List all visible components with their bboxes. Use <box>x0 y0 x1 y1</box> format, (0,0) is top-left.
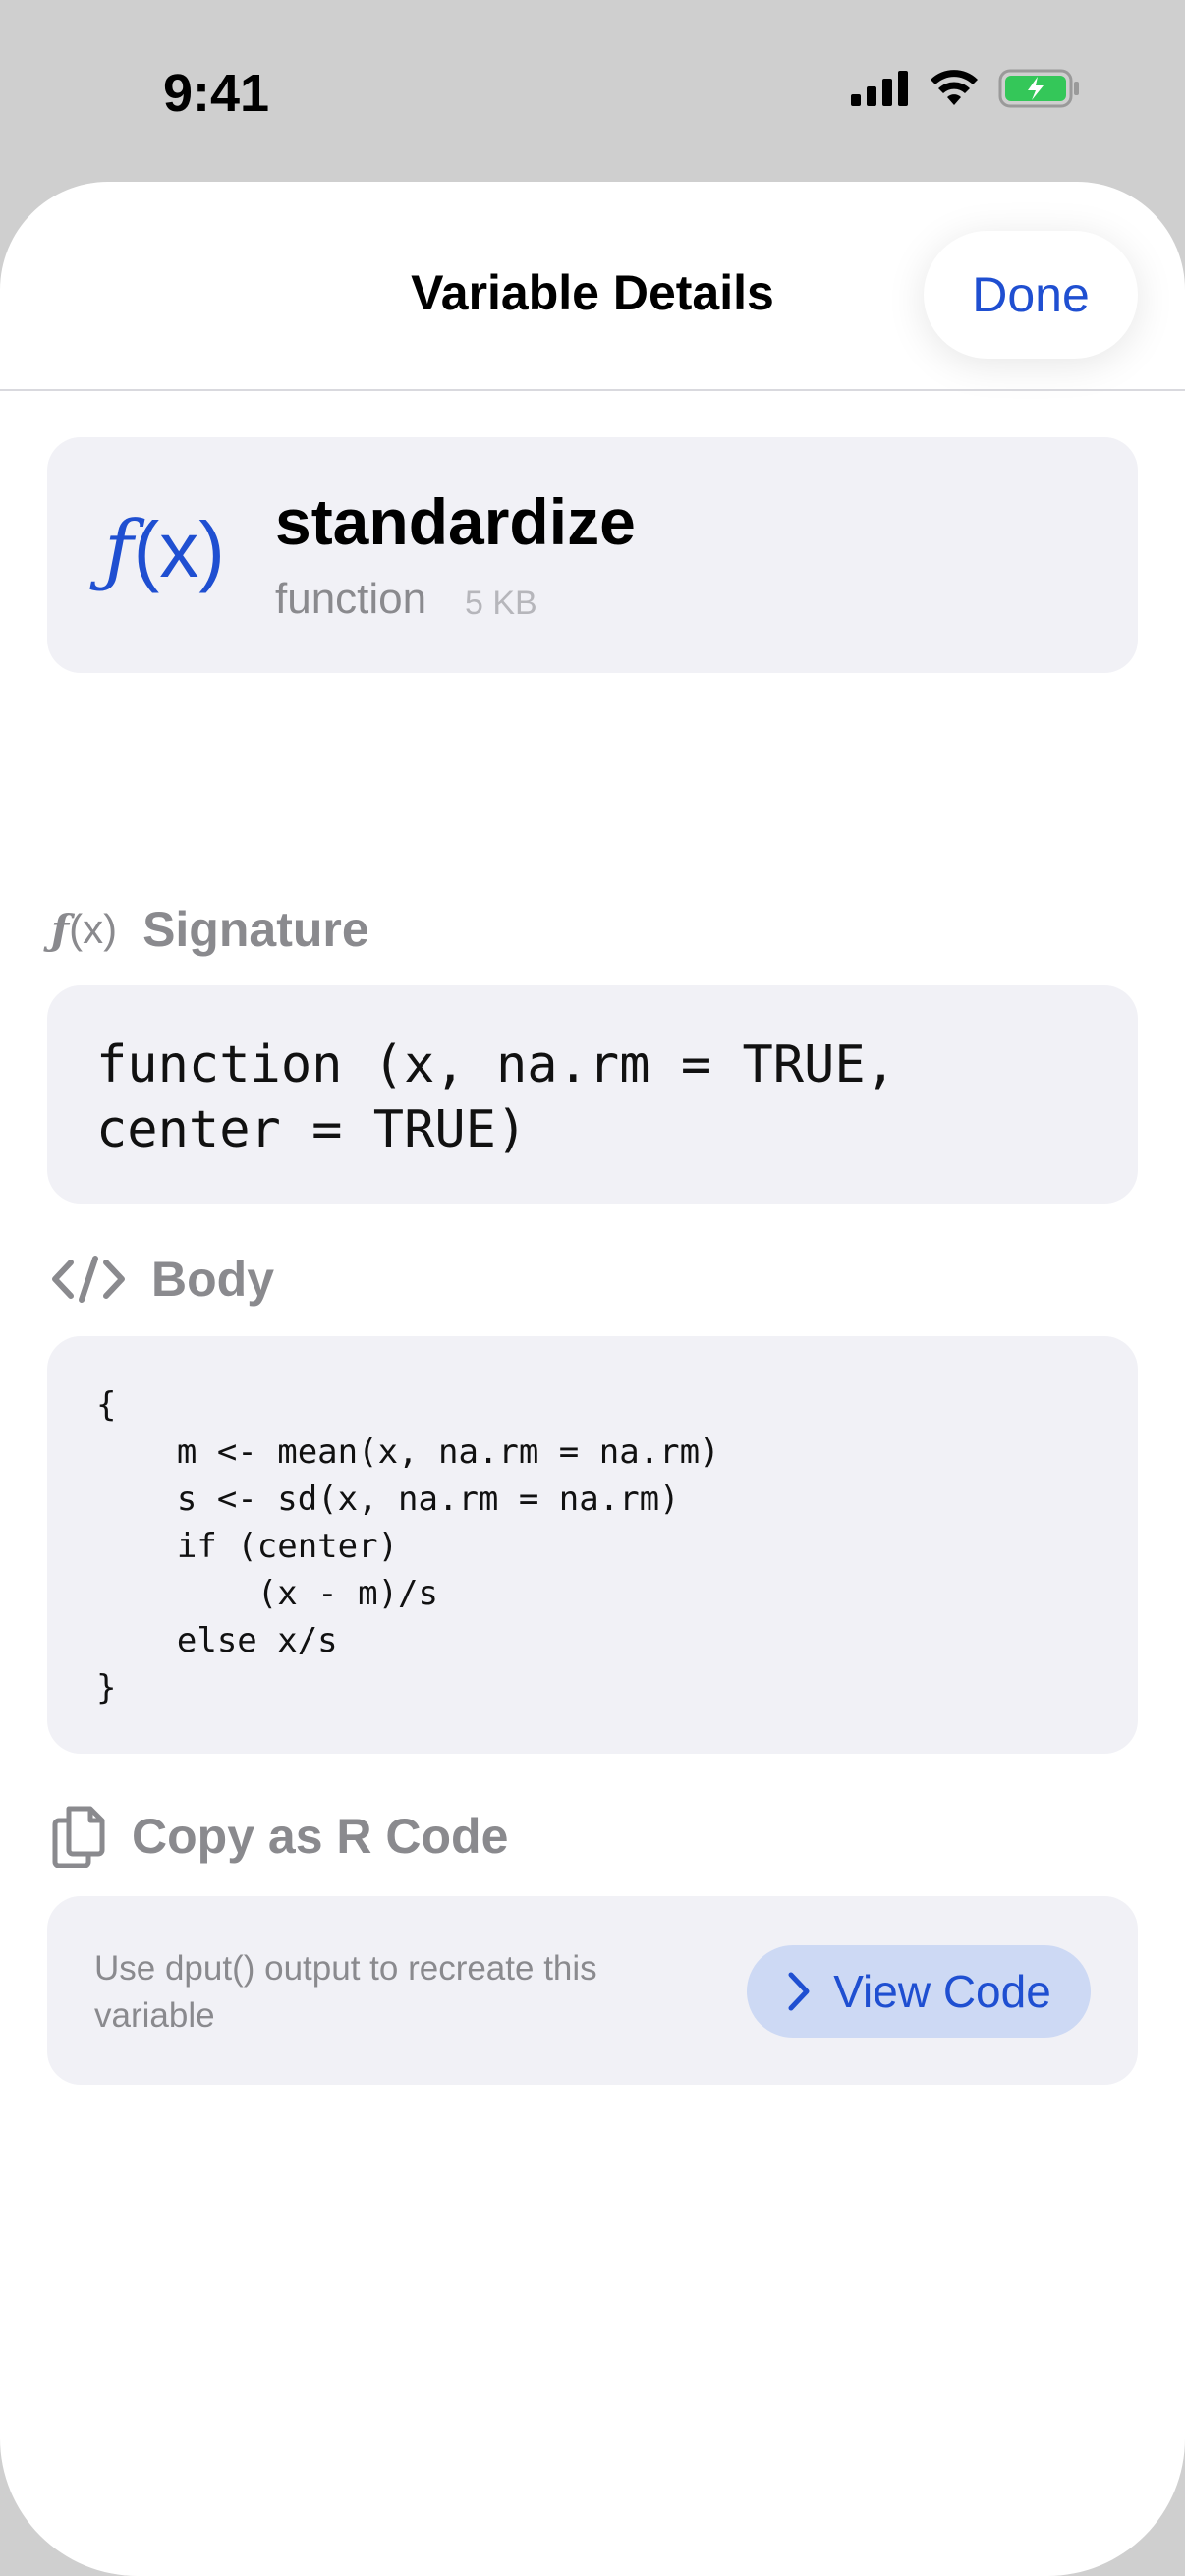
body-code: { m <- mean(x, na.rm = na.rm) s <- sd(x,… <box>96 1385 720 1708</box>
view-code-label: View Code <box>833 1966 1051 2017</box>
signature-code: function (x, na.rm = TRUE, center = TRUE… <box>96 1036 896 1159</box>
copy-card: Use dput() output to recreate this varia… <box>47 1896 1138 2085</box>
cellular-signal-icon <box>851 71 910 106</box>
body-label: Body <box>151 1252 274 1307</box>
copy-label: Copy as R Code <box>132 1809 509 1864</box>
signature-label: Signature <box>142 902 369 957</box>
details-sheet: Variable Details Done ƒ(x) standardize f… <box>0 182 1185 2576</box>
nav-divider <box>0 389 1185 391</box>
code-brackets-icon <box>51 1255 126 1304</box>
variable-type: function <box>275 575 427 623</box>
body-section-header: Body <box>51 1251 274 1308</box>
copy-document-icon <box>51 1805 106 1868</box>
body-card: { m <- mean(x, na.rm = na.rm) s <- sd(x,… <box>47 1336 1138 1754</box>
status-time: 9:41 <box>163 64 270 123</box>
function-small-icon: ƒ (x) <box>51 905 118 954</box>
status-bar: 9:41 <box>0 0 1185 182</box>
chevron-right-icon <box>786 1971 812 2012</box>
wifi-icon <box>930 70 979 107</box>
copy-description: Use dput() output to recreate this varia… <box>94 1949 597 2035</box>
signature-card: function (x, na.rm = TRUE, center = TRUE… <box>47 985 1138 1204</box>
copy-section-header: Copy as R Code <box>51 1805 508 1868</box>
view-code-button[interactable]: View Code <box>747 1945 1091 2038</box>
variable-size: 5 KB <box>465 585 537 622</box>
done-button[interactable]: Done <box>924 231 1138 359</box>
variable-header-card: ƒ(x) standardize function 5 KB <box>47 437 1138 673</box>
variable-name: standardize <box>275 485 636 558</box>
battery-charging-icon <box>998 69 1081 108</box>
status-icons <box>851 69 1081 108</box>
function-icon: ƒ(x) <box>104 504 225 595</box>
signature-section-header: ƒ (x) Signature <box>51 901 369 958</box>
